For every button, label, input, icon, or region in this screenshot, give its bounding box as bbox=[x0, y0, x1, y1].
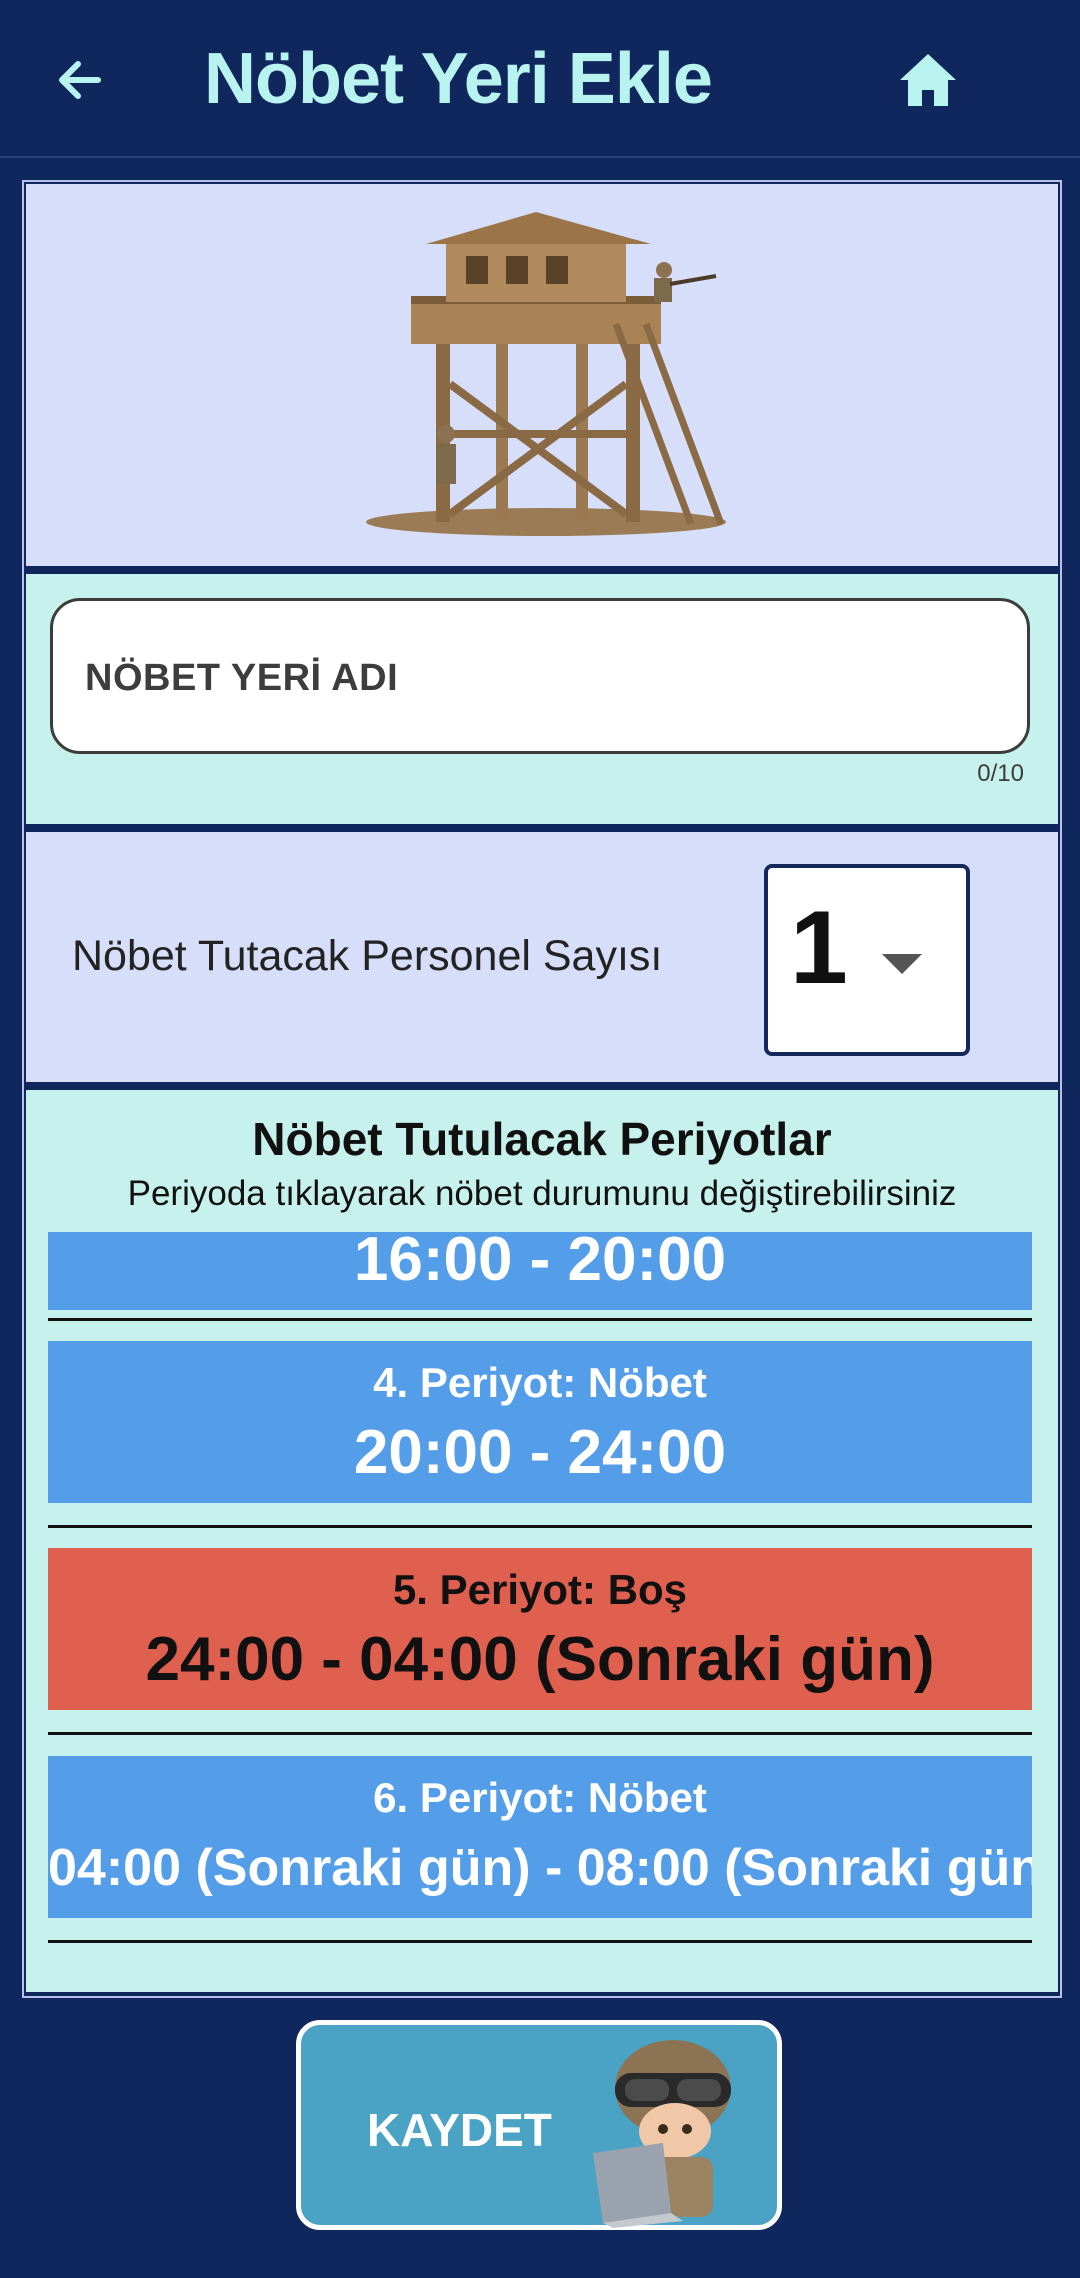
periods-card: Nöbet Tutulacak Periyotlar Periyoda tıkl… bbox=[26, 1090, 1058, 1992]
form-container: NÖBET YERİ ADI 0/10 Nöbet Tutacak Person… bbox=[22, 180, 1062, 1998]
periods-title: Nöbet Tutulacak Periyotlar bbox=[252, 1113, 832, 1165]
period-item-6[interactable]: 6. Periyot: Nöbet 04:00 (Sonraki gün) - … bbox=[48, 1756, 1032, 1918]
location-name-placeholder: NÖBET YERİ ADI bbox=[85, 657, 399, 699]
page-title: Nöbet Yeri Ekle bbox=[204, 39, 713, 119]
list-divider bbox=[48, 1525, 1032, 1528]
home-button[interactable] bbox=[896, 50, 960, 110]
period-item-4[interactable]: 4. Periyot: Nöbet 20:00 - 24:00 bbox=[48, 1341, 1032, 1503]
period-item-3[interactable]: 16:00 - 20:00 bbox=[48, 1232, 1032, 1310]
home-icon bbox=[900, 54, 956, 106]
personnel-count-value: 1 bbox=[790, 890, 848, 1006]
save-button-label: KAYDET bbox=[367, 2104, 552, 2156]
personnel-count-label: Nöbet Tutacak Personel Sayısı bbox=[72, 932, 663, 980]
period-label: 5. Periyot: Boş bbox=[392, 1566, 688, 1613]
character-counter: 0/10 bbox=[977, 760, 1024, 787]
list-divider bbox=[48, 1318, 1032, 1321]
soldier-laptop-image bbox=[593, 2040, 731, 2228]
watchtower-image bbox=[366, 212, 726, 536]
periods-list[interactable]: 16:00 - 20:00 4. Periyot: Nöbet 20:00 - … bbox=[48, 1232, 1032, 1972]
app-bar: Nöbet Yeri Ekle bbox=[0, 0, 1080, 158]
personnel-count-card: Nöbet Tutacak Personel Sayısı 1 bbox=[26, 832, 1058, 1082]
period-label: 4. Periyot: Nöbet bbox=[373, 1359, 707, 1406]
period-label: 6. Periyot: Nöbet bbox=[373, 1774, 707, 1821]
period-item-5[interactable]: 5. Periyot: Boş 24:00 - 04:00 (Sonraki g… bbox=[48, 1548, 1032, 1710]
list-divider bbox=[48, 1732, 1032, 1735]
location-name-input[interactable]: NÖBET YERİ ADI bbox=[50, 598, 1030, 754]
personnel-count-dropdown[interactable]: 1 bbox=[764, 864, 970, 1056]
save-button[interactable]: KAYDET bbox=[296, 2020, 782, 2230]
dropdown-caret-icon bbox=[882, 954, 922, 974]
periods-subtitle: Periyoda tıklayarak nöbet durumunu değiş… bbox=[127, 1174, 957, 1213]
back-button[interactable] bbox=[48, 48, 112, 112]
period-time: 16:00 - 20:00 bbox=[353, 1232, 727, 1294]
period-time: 04:00 (Sonraki gün) - 08:00 (Sonraki gün… bbox=[48, 1839, 1032, 1897]
name-card: NÖBET YERİ ADI 0/10 bbox=[26, 574, 1058, 824]
hero-card bbox=[26, 184, 1058, 566]
arrow-left-icon bbox=[59, 61, 101, 99]
period-time: 24:00 - 04:00 (Sonraki gün) bbox=[145, 1625, 935, 1694]
list-divider bbox=[48, 1940, 1032, 1943]
period-time: 20:00 - 24:00 bbox=[353, 1418, 727, 1487]
